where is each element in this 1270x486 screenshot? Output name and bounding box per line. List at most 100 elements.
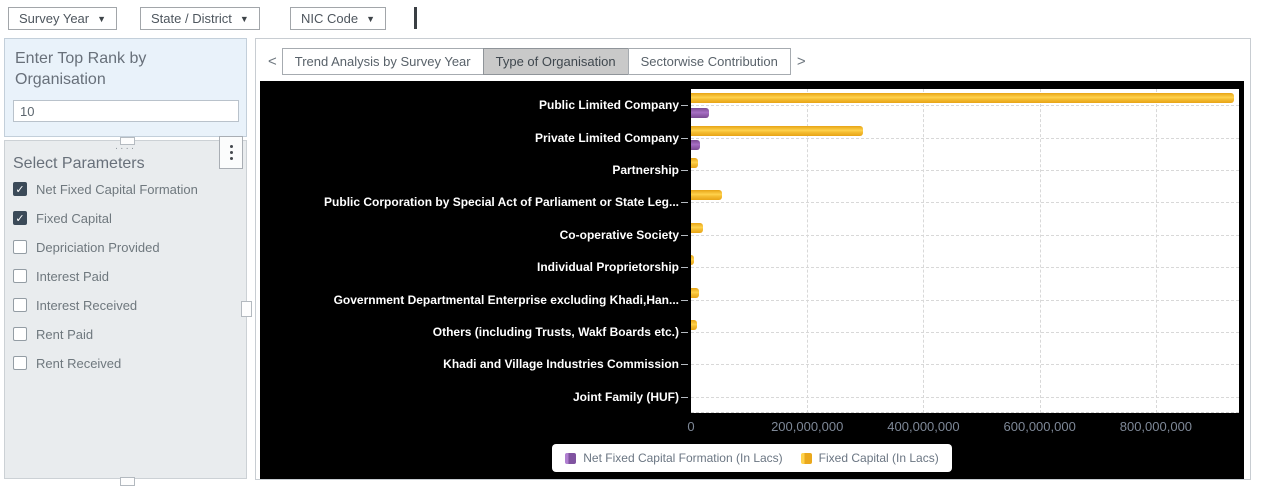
parameter-label: Interest Paid <box>36 268 109 284</box>
kebab-menu-button[interactable] <box>219 136 243 169</box>
checkbox-unchecked[interactable] <box>13 269 27 283</box>
caret-down-icon: ▼ <box>366 13 375 24</box>
filter-label: State / District <box>151 11 232 26</box>
x-axis-tick-label: 200,000,000 <box>771 419 844 434</box>
parameter-label: Rent Received <box>36 355 122 371</box>
category-tick-mark <box>681 267 688 269</box>
horizontal-gridline <box>691 267 1239 269</box>
category-label: Partnership <box>612 162 679 177</box>
category-tick-mark <box>681 105 688 107</box>
category-tick-mark <box>681 202 688 204</box>
category-label: Others (including Trusts, Wakf Boards et… <box>432 324 679 339</box>
category-label: Co-operative Society <box>559 227 679 242</box>
tabs-next-chevron-icon[interactable]: > <box>791 53 812 70</box>
checkbox-unchecked[interactable] <box>13 356 27 370</box>
horizontal-gridline <box>691 137 1239 139</box>
legend-item: Net Fixed Capital Formation (In Lacs) <box>565 451 783 465</box>
category-tick-mark <box>681 137 688 139</box>
horizontal-gridline <box>691 332 1239 333</box>
legend-container: Net Fixed Capital Formation (In Lacs) Fix… <box>260 444 1244 472</box>
checkbox-checked[interactable]: ✓ <box>13 182 27 196</box>
filter-dropdown-survey-year[interactable]: Survey Year ▼ <box>8 7 118 30</box>
parameter-row: Interest Received <box>13 295 137 315</box>
x-axis-tick-label: 0 <box>687 419 695 434</box>
parameter-label: Interest Received <box>36 297 138 313</box>
legend-swatch-icon <box>800 452 812 464</box>
filter-label: Survey Year <box>19 11 90 26</box>
bar-fixed-capital[interactable] <box>691 93 1234 104</box>
category-tick-mark <box>681 299 688 301</box>
caret-down-icon: ▼ <box>239 13 249 24</box>
type-of-organisation-bar-chart: Public Limited Company Private Limited Co… <box>260 81 1244 479</box>
horizontal-gridline <box>691 364 1239 366</box>
bar-fixed-capital[interactable] <box>691 255 694 266</box>
filter-dropdown-state-district[interactable]: State / District ▼ <box>140 7 260 30</box>
parameter-label: Fixed Capital <box>36 210 112 226</box>
parameter-row: Depriciation Provided <box>13 237 160 257</box>
bar-fixed-capital[interactable] <box>691 320 697 330</box>
chart-legend: Net Fixed Capital Formation (In Lacs) Fix… <box>552 444 952 472</box>
horizontal-gridline <box>691 396 1239 398</box>
tab-sectorwise-contribution[interactable]: Sectorwise Contribution <box>627 48 791 75</box>
parameter-label: Depriciation Provided <box>36 239 160 255</box>
bar-fixed-capital[interactable] <box>691 287 700 298</box>
parameter-label: Net Fixed Capital Formation <box>36 181 198 197</box>
bar-fixed-capital[interactable] <box>691 222 703 233</box>
category-tick-mark <box>681 170 688 171</box>
rank-panel: Enter Top Rank by Organisation <box>4 38 247 137</box>
bar-fixed-capital[interactable] <box>691 190 722 201</box>
x-axis-tick-label: 600,000,000 <box>1003 419 1076 434</box>
legend-item: Fixed Capital (In Lacs) <box>800 451 939 465</box>
tab-type-of-organisation[interactable]: Type of Organisation <box>482 48 629 75</box>
checkbox-unchecked[interactable] <box>13 327 27 341</box>
parameter-label: Rent Paid <box>36 326 94 342</box>
category-label: Private Limited Company <box>534 130 679 145</box>
x-axis-tick-label: 800,000,000 <box>1119 419 1193 434</box>
category-label: Public Limited Company <box>538 98 679 113</box>
main-content-panel: < Trend Analysis by Survey Year Type of O… <box>255 38 1251 480</box>
kebab-dot-icon <box>229 157 233 160</box>
text-cursor <box>414 7 417 29</box>
kebab-dot-icon <box>229 151 233 154</box>
filter-dropdown-nic-code[interactable]: NIC Code ▼ <box>290 7 386 30</box>
sidebar-resize-handle[interactable] <box>241 301 252 317</box>
horizontal-gridline <box>691 202 1239 204</box>
bar-fixed-capital[interactable] <box>691 158 698 168</box>
x-axis-line <box>691 412 1239 413</box>
parameter-row: ✓ Net Fixed Capital Formation <box>13 179 198 199</box>
bar-net-fixed-capital-formation[interactable] <box>691 107 709 118</box>
horizontal-gridline <box>691 105 1239 107</box>
category-label: Government Departmental Enterprise exclu… <box>333 292 679 307</box>
parameter-row: ✓ Fixed Capital <box>13 208 112 228</box>
horizontal-gridline <box>691 234 1239 236</box>
sidebar-bottom-handle[interactable] <box>120 477 135 486</box>
parameter-row: Rent Received <box>13 353 121 373</box>
checkbox-checked[interactable]: ✓ <box>13 211 27 225</box>
checkbox-unchecked[interactable] <box>13 240 27 254</box>
horizontal-gridline <box>691 299 1239 301</box>
select-parameters-title: Select Parameters <box>13 155 145 172</box>
bar-net-fixed-capital-formation[interactable] <box>691 140 700 151</box>
panel-drag-dots-icon: ···· <box>114 143 137 154</box>
select-parameters-panel: ···· Select Parameters ✓ Net Fixed Capita… <box>4 136 247 479</box>
category-tick-mark <box>681 364 688 366</box>
top-filter-bar: Survey Year ▼ State / District ▼ NIC Code ▼ <box>0 0 1270 36</box>
kebab-dot-icon <box>229 145 233 148</box>
checkbox-unchecked[interactable] <box>13 298 27 312</box>
tabs-prev-chevron-icon[interactable]: < <box>262 53 283 70</box>
parameter-row: Interest Paid <box>13 266 109 286</box>
top-rank-input[interactable] <box>13 100 239 122</box>
bar-fixed-capital[interactable] <box>691 125 863 136</box>
category-tick-mark <box>681 332 688 333</box>
plot-area <box>691 89 1239 413</box>
filter-label: NIC Code <box>301 11 359 26</box>
tab-trend-analysis-by-survey-year[interactable]: Trend Analysis by Survey Year <box>281 48 484 75</box>
parameter-row: Rent Paid <box>13 324 93 344</box>
report-tab-bar: < Trend Analysis by Survey Year Type of O… <box>262 48 812 75</box>
legend-label: Net Fixed Capital Formation (In Lacs) <box>583 451 783 465</box>
category-tick-mark <box>681 396 688 398</box>
category-tick-mark <box>681 234 688 236</box>
caret-down-icon: ▼ <box>97 13 107 24</box>
category-label: Public Corporation by Special Act of Par… <box>324 195 679 210</box>
x-axis-tick-label: 400,000,000 <box>887 419 960 434</box>
